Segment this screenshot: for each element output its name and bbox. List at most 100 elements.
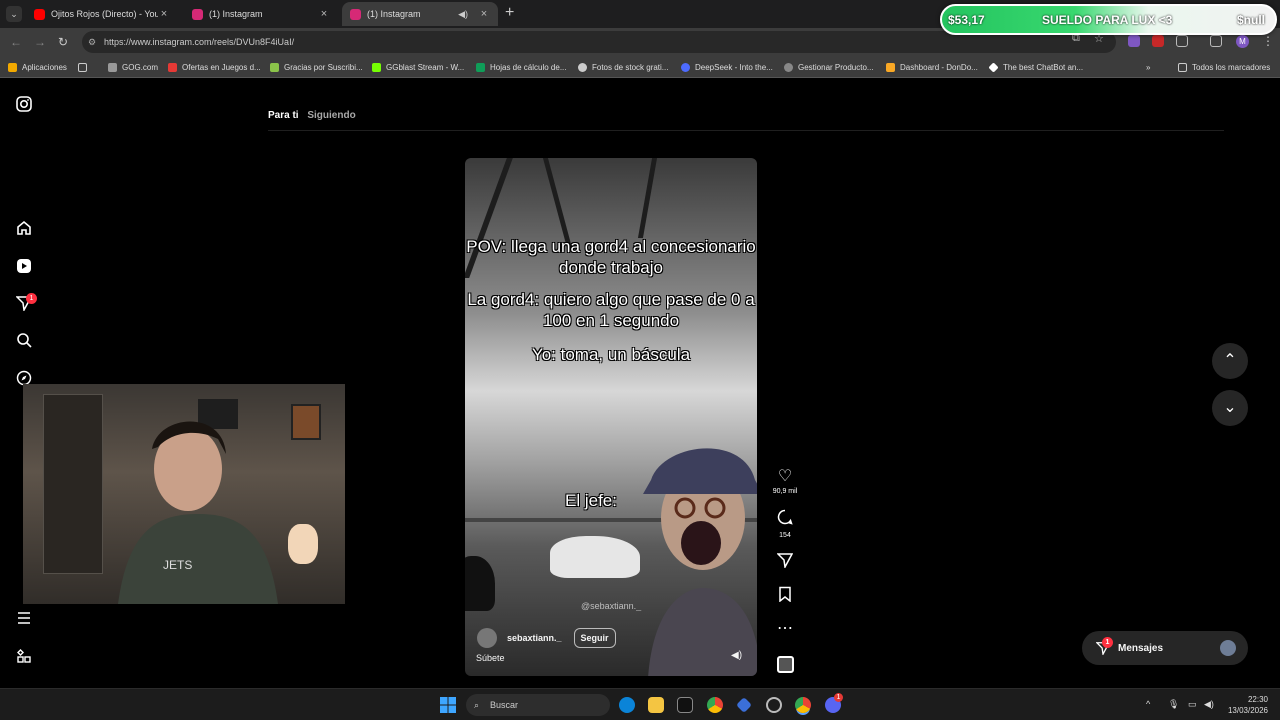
share-button[interactable] xyxy=(772,552,798,573)
like-count: 90,9 mil xyxy=(772,488,798,495)
chrome-icon[interactable] xyxy=(707,697,723,713)
bookmark-label: Gestionar Producto... xyxy=(798,62,874,72)
tab-youtube[interactable]: Ojitos Rojos (Directo) - YouTube × xyxy=(26,2,178,26)
youtube-icon xyxy=(34,8,45,20)
bookmark-item[interactable]: GGblast Stream - W... xyxy=(372,56,464,78)
messages-button[interactable]: 1 Mensajes xyxy=(1082,631,1248,665)
reload-icon[interactable]: ↻ xyxy=(58,35,68,49)
bookmark-item[interactable]: Dashboard - DonDo... xyxy=(886,56,978,78)
reel-audio-text[interactable]: Súbete xyxy=(476,653,505,663)
bookmark-item[interactable]: The best ChatBot an... xyxy=(988,56,1084,78)
previous-reel-button[interactable]: ⌃ xyxy=(1212,343,1248,379)
display-icon[interactable]: ▭ xyxy=(1188,699,1197,710)
bookmark-item[interactable]: Ofertas en Juegos d... xyxy=(168,56,261,78)
next-reel-button[interactable]: ⌄ xyxy=(1212,390,1248,426)
more-apps-icon[interactable] xyxy=(14,646,34,666)
gestionar-icon xyxy=(784,62,793,72)
home-icon[interactable] xyxy=(14,218,34,238)
chrome-active-icon[interactable] xyxy=(795,697,811,713)
reading-list-icon[interactable] xyxy=(1210,35,1222,47)
tab-search-button[interactable]: ⌄ xyxy=(6,6,22,22)
tab-para-ti[interactable]: Para ti xyxy=(268,110,299,121)
volume-tray-icon[interactable]: ◀) xyxy=(1204,699,1214,710)
comment-button[interactable]: 154 xyxy=(772,509,798,539)
bookmark-item[interactable]: GOG.com xyxy=(108,56,158,78)
search-icon[interactable] xyxy=(14,330,34,350)
epic-icon[interactable] xyxy=(677,697,693,713)
extensions-puzzle-icon[interactable] xyxy=(1176,35,1188,47)
windows-start-icon[interactable] xyxy=(440,697,456,713)
reel-video[interactable]: POV: llega una gord4 al concesionario do… xyxy=(465,158,757,676)
follow-button[interactable]: Seguir xyxy=(573,628,616,648)
close-tab-icon[interactable]: × xyxy=(318,8,330,20)
feed-divider xyxy=(268,130,1224,131)
new-tab-button[interactable]: + xyxy=(505,4,514,22)
system-clock[interactable]: 22:30 13/03/2026 xyxy=(1226,694,1268,716)
donation-amount: $53,17 xyxy=(948,13,985,27)
microphone-icon[interactable]: 🎙 xyxy=(1168,699,1179,710)
notification-badge: 1 xyxy=(26,293,37,304)
tab-siguiendo[interactable]: Siguiendo xyxy=(307,110,355,121)
dondo-icon xyxy=(886,62,895,72)
bookmark-label: The best ChatBot an... xyxy=(1003,62,1084,72)
bookmark-label: GOG.com xyxy=(122,62,159,72)
white-car xyxy=(550,536,640,578)
author-name[interactable]: sebaxtiann._ xyxy=(507,633,562,643)
close-tab-icon[interactable]: × xyxy=(478,8,490,20)
gracias-icon xyxy=(270,62,279,72)
bookmark-item[interactable]: Gestionar Producto... xyxy=(784,56,874,78)
bookmark-icon xyxy=(779,586,791,603)
speaker-icon[interactable]: ◀) xyxy=(458,9,468,20)
bookmark-label: Gracias por Suscribi... xyxy=(284,62,363,72)
site-info-icon[interactable]: ⚙ xyxy=(88,31,96,53)
bookmark-item[interactable]: Hojas de cálculo de... xyxy=(476,56,567,78)
like-button[interactable]: ♡ 90,9 mil xyxy=(772,466,798,495)
back-icon[interactable]: ← xyxy=(10,35,22,49)
volume-icon[interactable]: ◀) xyxy=(731,650,742,661)
app-icon[interactable] xyxy=(736,697,752,713)
picture-frame xyxy=(291,404,321,440)
profile-avatar[interactable]: M xyxy=(1236,35,1249,48)
extension-icon[interactable] xyxy=(1152,35,1164,47)
heart-icon: ♡ xyxy=(777,468,793,485)
gog-icon xyxy=(108,62,117,72)
author-avatar[interactable] xyxy=(477,628,497,648)
extension-icon[interactable] xyxy=(1128,35,1140,47)
file-explorer-icon[interactable] xyxy=(648,697,664,713)
bookmark-item[interactable]: Fotos de stock grati... xyxy=(578,56,668,78)
browser-menu-icon[interactable]: ⋮ xyxy=(1262,34,1274,48)
feed-tabs: Para ti Siguiendo xyxy=(268,110,362,121)
tab-instagram-1[interactable]: (1) Instagram × xyxy=(184,2,338,26)
bookmark-item[interactable] xyxy=(78,56,92,78)
tab-instagram-active[interactable]: (1) Instagram ◀) × xyxy=(342,2,498,26)
steam-icon[interactable] xyxy=(766,697,782,713)
tab-title: (1) Instagram xyxy=(367,9,421,19)
donation-message: SUELDO PARA LUX <3 xyxy=(1042,13,1173,27)
edge-icon[interactable] xyxy=(619,697,635,713)
close-tab-icon[interactable]: × xyxy=(158,8,170,20)
audio-thumbnail[interactable] xyxy=(777,656,794,673)
taskbar-search[interactable]: ⌕ Buscar xyxy=(466,694,610,716)
bookmarks-overflow-icon[interactable]: » xyxy=(1146,56,1150,78)
reels-icon[interactable] xyxy=(14,256,34,276)
reel-author: sebaxtiann._ Seguir xyxy=(477,628,616,648)
bookmark-item[interactable]: DeepSeek - Into the... xyxy=(681,56,773,78)
message-avatar[interactable] xyxy=(1220,640,1236,656)
menu-icon[interactable] xyxy=(14,608,34,628)
more-options-icon[interactable]: ⋯ xyxy=(772,618,798,638)
tray-overflow-icon[interactable]: ^ xyxy=(1146,699,1150,709)
save-button[interactable] xyxy=(772,586,798,607)
comment-count: 154 xyxy=(779,532,791,539)
discord-badge: 1 xyxy=(834,693,843,702)
ggblast-icon xyxy=(372,62,381,72)
reel-caption-line: Yo: toma, un báscula xyxy=(531,345,691,364)
instagram-icon xyxy=(192,8,203,20)
streamer-webcam: JETS xyxy=(23,384,345,604)
bookmark-item[interactable]: Gracias por Suscribi... xyxy=(270,56,363,78)
bookmark-item[interactable]: Aplicaciones xyxy=(8,56,67,78)
forward-icon[interactable]: → xyxy=(34,35,46,49)
instagram-logo-icon[interactable] xyxy=(14,94,34,114)
all-bookmarks[interactable]: Todos los marcadores xyxy=(1178,56,1270,78)
shinchan-figure xyxy=(288,524,318,564)
ceiling-beam xyxy=(542,158,573,248)
